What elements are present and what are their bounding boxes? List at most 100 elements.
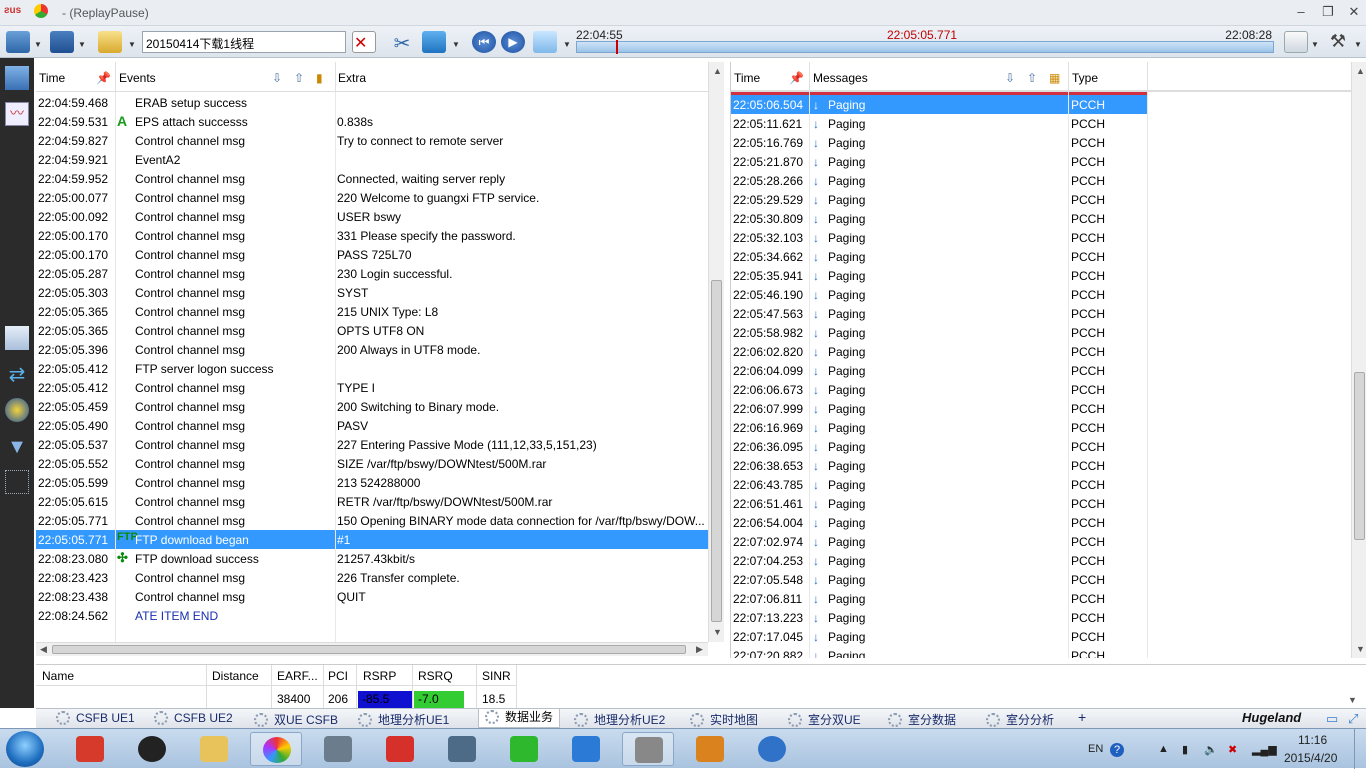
scroll-up-icon[interactable]: ▲ <box>1356 66 1365 76</box>
event-row[interactable]: 22:08:23.438 Control channel msg QUIT <box>36 587 708 606</box>
scroll-thumb[interactable] <box>1354 372 1365 540</box>
download-icon[interactable]: ⇩ <box>272 71 288 85</box>
message-row[interactable]: 22:07:13.223 ↓ Paging PCCH <box>731 608 1147 627</box>
network-icon[interactable] <box>560 732 612 766</box>
workspace-tab[interactable]: 室分分析 <box>986 711 1054 728</box>
wechat-icon[interactable] <box>498 732 550 766</box>
chevron-down-icon[interactable]: ▼ <box>563 40 571 49</box>
shield-icon[interactable] <box>436 732 488 766</box>
bar-chart-icon[interactable]: ▮ <box>316 71 332 85</box>
workspace-tab[interactable]: 室分双UE <box>788 711 861 728</box>
chevron-down-icon[interactable]: ▼ <box>34 40 42 49</box>
header-time[interactable]: Time <box>734 71 760 85</box>
event-row[interactable]: 22:05:00.170 Control channel msg 331 Pleas… <box>36 226 708 245</box>
message-row[interactable]: 22:07:04.253 ↓ Paging PCCH <box>731 551 1147 570</box>
message-row[interactable]: 22:06:07.999 ↓ Paging PCCH <box>731 399 1147 418</box>
app-red-icon[interactable] <box>64 732 116 766</box>
messages-vscroll[interactable]: ▲ ▼ <box>1351 62 1366 658</box>
folder-icon[interactable]: ▭ <box>1326 711 1338 727</box>
event-row[interactable]: 22:05:05.287 Control channel msg 230 Login… <box>36 264 708 283</box>
filter-icon[interactable]: ▼ <box>5 436 29 460</box>
message-row[interactable]: 22:06:16.969 ↓ Paging PCCH <box>731 418 1147 437</box>
open-window-icon[interactable] <box>6 31 30 53</box>
message-row[interactable]: 22:06:43.785 ↓ Paging PCCH <box>731 475 1147 494</box>
workspace-tab[interactable]: 数据业务 <box>478 709 561 728</box>
picasa-icon[interactable] <box>250 732 302 766</box>
event-row[interactable]: 22:05:05.552 Control channel msg SIZE /var… <box>36 454 708 473</box>
message-row[interactable]: 22:05:06.504 ↓ Paging PCCH <box>731 95 1147 114</box>
chart-icon[interactable]: 〰 <box>5 102 29 126</box>
replay-timeline[interactable]: 22:04:55 22:05:05.771 22:08:28 <box>576 28 1276 54</box>
volume-icon[interactable]: 🔈 <box>1204 743 1218 756</box>
event-row[interactable]: 22:04:59.531 A EPS attach successs 0.838s <box>36 112 708 131</box>
start-orb-icon[interactable] <box>6 731 44 767</box>
clock-date[interactable]: 2015/4/20 <box>1284 751 1337 765</box>
event-row[interactable]: 22:08:23.423 Control channel msg 226 Trans… <box>36 568 708 587</box>
message-row[interactable]: 22:05:28.266 ↓ Paging PCCH <box>731 171 1147 190</box>
language-indicator[interactable]: EN <box>1088 743 1103 755</box>
upload-icon[interactable]: ⇧ <box>1027 71 1043 85</box>
qq-icon[interactable] <box>126 732 178 766</box>
event-row[interactable]: 22:05:05.396 Control channel msg 200 Alway… <box>36 340 708 359</box>
workspace-tab[interactable]: 地理分析UE1 <box>358 711 449 728</box>
expand-icon[interactable]: ⤢ <box>1348 711 1358 727</box>
show-desktop-button[interactable] <box>1354 729 1366 769</box>
folder-icon[interactable] <box>98 31 122 53</box>
scroll-down-icon[interactable]: ▼ <box>713 627 722 637</box>
add-tab-button[interactable]: + <box>1078 709 1086 725</box>
message-row[interactable]: 22:07:20.882 ↓ Paging PCCH <box>731 646 1147 658</box>
foxit-icon[interactable] <box>374 732 426 766</box>
chevron-down-icon[interactable]: ▼ <box>1354 40 1362 49</box>
event-row[interactable]: 22:05:00.092 Control channel msg USER bswy <box>36 207 708 226</box>
message-row[interactable]: 22:07:02.974 ↓ Paging PCCH <box>731 532 1147 551</box>
scroll-right-icon[interactable]: ▶ <box>696 644 703 655</box>
scroll-thumb[interactable] <box>711 280 722 622</box>
minimize-button[interactable]: – <box>1291 4 1311 20</box>
message-row[interactable]: 22:05:29.529 ↓ Paging PCCH <box>731 190 1147 209</box>
clock-time[interactable]: 11:16 <box>1298 733 1327 747</box>
scroll-down-icon[interactable]: ▼ <box>1356 644 1365 654</box>
message-row[interactable]: 22:06:51.461 ↓ Paging PCCH <box>731 494 1147 513</box>
grid-icon[interactable]: ▦ <box>1049 71 1065 85</box>
event-row[interactable]: 22:08:23.080 ✣ FTP download success 21257.4… <box>36 549 708 568</box>
report-icon[interactable] <box>1284 31 1308 53</box>
message-row[interactable]: 22:05:32.103 ↓ Paging PCCH <box>731 228 1147 247</box>
play-icon[interactable]: ▶ <box>501 31 525 53</box>
message-row[interactable]: 22:05:34.662 ↓ Paging PCCH <box>731 247 1147 266</box>
battery-icon[interactable]: ▮ <box>1182 743 1188 756</box>
event-row[interactable]: 22:04:59.921 EventA2 <box>36 150 708 169</box>
header-events[interactable]: Events <box>119 71 156 85</box>
message-row[interactable]: 22:07:17.045 ↓ Paging PCCH <box>731 627 1147 646</box>
event-row[interactable]: 22:05:05.412 FTP server logon success <box>36 359 708 378</box>
workspace-tab[interactable]: 双UE CSFB <box>254 711 338 728</box>
scatter-icon[interactable] <box>5 470 29 494</box>
hscroll-thumb[interactable] <box>52 645 686 654</box>
workspace-tab[interactable]: CSFB UE2 <box>154 711 233 725</box>
message-row[interactable]: 22:06:36.095 ↓ Paging PCCH <box>731 437 1147 456</box>
scroll-up-icon[interactable]: ▲ <box>713 66 722 76</box>
chevron-down-icon[interactable]: ▼ <box>78 40 86 49</box>
message-row[interactable]: 22:05:47.563 ↓ Paging PCCH <box>731 304 1147 323</box>
file-name-field[interactable]: 20150414下载1线程 <box>142 31 346 53</box>
event-row[interactable]: 22:05:05.771 Control channel msg 150 Openi… <box>36 511 708 530</box>
timeline-track[interactable] <box>576 41 1274 53</box>
timeline-position-marker[interactable] <box>616 40 618 54</box>
explorer-icon[interactable] <box>188 732 240 766</box>
event-row[interactable]: 22:05:05.412 Control channel msg TYPE I <box>36 378 708 397</box>
pin-icon[interactable]: 📌 <box>789 71 805 85</box>
books-icon[interactable] <box>684 732 736 766</box>
events-hscroll[interactable]: ◀ ▶ <box>36 642 708 656</box>
workspace-tab[interactable]: 地理分析UE2 <box>574 711 665 728</box>
events-vscroll[interactable]: ▲ ▼ <box>708 62 724 642</box>
tools-icon[interactable]: ⚒ <box>1326 31 1350 53</box>
chevron-down-icon[interactable]: ▼ <box>1311 40 1319 49</box>
workspace-tab[interactable]: CSFB UE1 <box>56 711 135 725</box>
workspace-icon[interactable] <box>5 66 29 90</box>
message-row[interactable]: 22:05:58.982 ↓ Paging PCCH <box>731 323 1147 342</box>
message-row[interactable]: 22:05:11.621 ↓ Paging PCCH <box>731 114 1147 133</box>
cds-icon[interactable] <box>622 732 674 766</box>
event-row[interactable]: 22:05:05.365 Control channel msg OPTS UTF8… <box>36 321 708 340</box>
event-row[interactable]: 22:05:05.771 FTP FTP download began #1 <box>36 530 708 549</box>
event-row[interactable]: 22:05:05.599 Control channel msg 213 52428… <box>36 473 708 492</box>
event-row[interactable]: 22:08:24.562 ATE ITEM END <box>36 606 708 625</box>
